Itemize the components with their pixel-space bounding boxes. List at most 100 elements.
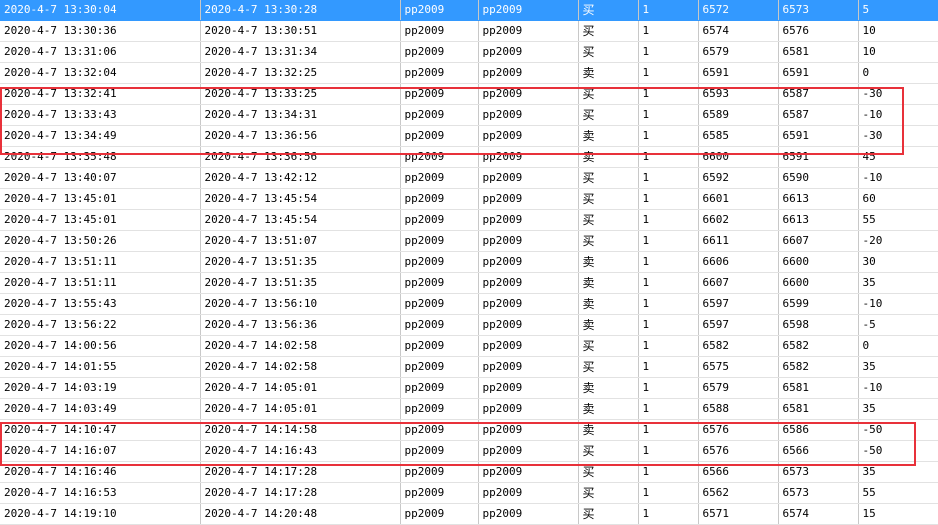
cell-quantity: 1: [638, 377, 699, 399]
cell-contract-open: pp2009: [400, 125, 479, 147]
cell-quantity: 1: [638, 125, 699, 147]
cell-close-time: 2020-4-7 13:36:56: [200, 146, 401, 168]
table-row[interactable]: 2020-4-7 14:16:46 2020-4-7 14:17:28 pp2009…: [0, 461, 938, 483]
table-row[interactable]: 2020-4-7 13:32:04 2020-4-7 13:32:25 pp2009…: [0, 62, 938, 84]
cell-open-price: 6574: [698, 20, 779, 42]
table-row[interactable]: 2020-4-7 14:16:07 2020-4-7 14:16:43 pp2009…: [0, 440, 938, 462]
table-row[interactable]: 2020-4-7 13:35:48 2020-4-7 13:36:56 pp2009…: [0, 146, 938, 168]
cell-open-price: 6592: [698, 167, 779, 189]
cell-contract-open: pp2009: [400, 293, 479, 315]
table-row[interactable]: 2020-4-7 13:51:11 2020-4-7 13:51:35 pp2009…: [0, 251, 938, 273]
cell-quantity: 1: [638, 0, 699, 21]
table-row[interactable]: 2020-4-7 13:30:36 2020-4-7 13:30:51 pp2009…: [0, 20, 938, 42]
cell-quantity: 1: [638, 209, 699, 231]
cell-profit: 60: [858, 188, 938, 210]
cell-open-time: 2020-4-7 13:51:11: [0, 272, 201, 294]
cell-direction: 卖: [578, 419, 639, 441]
cell-close-price: 6613: [778, 209, 859, 231]
table-row[interactable]: 2020-4-7 13:50:26 2020-4-7 13:51:07 pp2009…: [0, 230, 938, 252]
table-row[interactable]: 2020-4-7 13:34:49 2020-4-7 13:36:56 pp2009…: [0, 125, 938, 147]
table-row[interactable]: 2020-4-7 14:16:53 2020-4-7 14:17:28 pp2009…: [0, 482, 938, 504]
cell-contract-close: pp2009: [478, 398, 579, 420]
cell-direction: 卖: [578, 377, 639, 399]
cell-quantity: 1: [638, 272, 699, 294]
cell-open-price: 6579: [698, 41, 779, 63]
cell-close-time: 2020-4-7 14:20:48: [200, 503, 401, 525]
cell-contract-close: pp2009: [478, 20, 579, 42]
cell-close-price: 6573: [778, 461, 859, 483]
cell-contract-close: pp2009: [478, 440, 579, 462]
cell-contract-open: pp2009: [400, 83, 479, 105]
cell-contract-open: pp2009: [400, 209, 479, 231]
cell-quantity: 1: [638, 20, 699, 42]
cell-profit: 35: [858, 272, 938, 294]
cell-contract-open: pp2009: [400, 272, 479, 294]
cell-open-price: 6585: [698, 125, 779, 147]
table-row[interactable]: 2020-4-7 13:51:11 2020-4-7 13:51:35 pp2009…: [0, 272, 938, 294]
cell-open-price: 6575: [698, 356, 779, 378]
table-row[interactable]: 2020-4-7 14:19:10 2020-4-7 14:20:48 pp2009…: [0, 503, 938, 525]
cell-contract-open: pp2009: [400, 0, 479, 21]
cell-close-price: 6566: [778, 440, 859, 462]
cell-open-price: 6572: [698, 0, 779, 21]
cell-close-time: 2020-4-7 13:36:56: [200, 125, 401, 147]
cell-close-price: 6590: [778, 167, 859, 189]
cell-open-price: 6589: [698, 104, 779, 126]
cell-profit: -5: [858, 314, 938, 336]
table-row[interactable]: 2020-4-7 13:30:04 2020-4-7 13:30:28 pp2009…: [0, 0, 938, 21]
cell-close-price: 6581: [778, 41, 859, 63]
cell-open-price: 6611: [698, 230, 779, 252]
cell-contract-close: pp2009: [478, 0, 579, 21]
cell-close-price: 6587: [778, 83, 859, 105]
cell-profit: 35: [858, 461, 938, 483]
cell-open-time: 2020-4-7 13:50:26: [0, 230, 201, 252]
table-row[interactable]: 2020-4-7 14:00:56 2020-4-7 14:02:58 pp2009…: [0, 335, 938, 357]
cell-close-price: 6613: [778, 188, 859, 210]
cell-contract-open: pp2009: [400, 188, 479, 210]
cell-close-time: 2020-4-7 13:30:51: [200, 20, 401, 42]
table-row[interactable]: 2020-4-7 14:01:55 2020-4-7 14:02:58 pp2009…: [0, 356, 938, 378]
cell-open-time: 2020-4-7 13:40:07: [0, 167, 201, 189]
cell-quantity: 1: [638, 293, 699, 315]
cell-direction: 买: [578, 503, 639, 525]
cell-contract-close: pp2009: [478, 251, 579, 273]
cell-open-time: 2020-4-7 13:30:04: [0, 0, 201, 21]
cell-close-time: 2020-4-7 14:14:58: [200, 419, 401, 441]
cell-open-price: 6588: [698, 398, 779, 420]
table-row[interactable]: 2020-4-7 13:40:07 2020-4-7 13:42:12 pp2009…: [0, 167, 938, 189]
table-row[interactable]: 2020-4-7 13:55:43 2020-4-7 13:56:10 pp2009…: [0, 293, 938, 315]
table-row[interactable]: 2020-4-7 13:56:22 2020-4-7 13:56:36 pp2009…: [0, 314, 938, 336]
cell-contract-open: pp2009: [400, 251, 479, 273]
cell-profit: -20: [858, 230, 938, 252]
cell-direction: 买: [578, 209, 639, 231]
cell-close-time: 2020-4-7 13:30:28: [200, 0, 401, 21]
table-row[interactable]: 2020-4-7 13:31:06 2020-4-7 13:31:34 pp2009…: [0, 41, 938, 63]
table-row[interactable]: 2020-4-7 13:45:01 2020-4-7 13:45:54 pp2009…: [0, 188, 938, 210]
cell-open-price: 6600: [698, 146, 779, 168]
cell-profit: -50: [858, 440, 938, 462]
table-row[interactable]: 2020-4-7 13:32:41 2020-4-7 13:33:25 pp2009…: [0, 83, 938, 105]
cell-profit: -10: [858, 104, 938, 126]
table-row[interactable]: 2020-4-7 14:03:19 2020-4-7 14:05:01 pp2009…: [0, 377, 938, 399]
cell-open-time: 2020-4-7 13:45:01: [0, 188, 201, 210]
cell-contract-open: pp2009: [400, 41, 479, 63]
cell-quantity: 1: [638, 503, 699, 525]
cell-close-time: 2020-4-7 13:51:35: [200, 251, 401, 273]
table-row[interactable]: 2020-4-7 14:03:49 2020-4-7 14:05:01 pp2009…: [0, 398, 938, 420]
cell-contract-close: pp2009: [478, 41, 579, 63]
cell-close-price: 6591: [778, 125, 859, 147]
cell-open-time: 2020-4-7 13:35:48: [0, 146, 201, 168]
cell-contract-close: pp2009: [478, 419, 579, 441]
cell-close-price: 6591: [778, 146, 859, 168]
cell-open-time: 2020-4-7 14:16:07: [0, 440, 201, 462]
cell-close-price: 6582: [778, 335, 859, 357]
table-row[interactable]: 2020-4-7 13:45:01 2020-4-7 13:45:54 pp2009…: [0, 209, 938, 231]
cell-open-time: 2020-4-7 13:32:04: [0, 62, 201, 84]
table-row[interactable]: 2020-4-7 14:10:47 2020-4-7 14:14:58 pp2009…: [0, 419, 938, 441]
cell-direction: 买: [578, 335, 639, 357]
cell-close-price: 6576: [778, 20, 859, 42]
cell-quantity: 1: [638, 83, 699, 105]
table-row[interactable]: 2020-4-7 13:33:43 2020-4-7 13:34:31 pp2009…: [0, 104, 938, 126]
cell-profit: 55: [858, 482, 938, 504]
cell-close-time: 2020-4-7 14:17:28: [200, 482, 401, 504]
